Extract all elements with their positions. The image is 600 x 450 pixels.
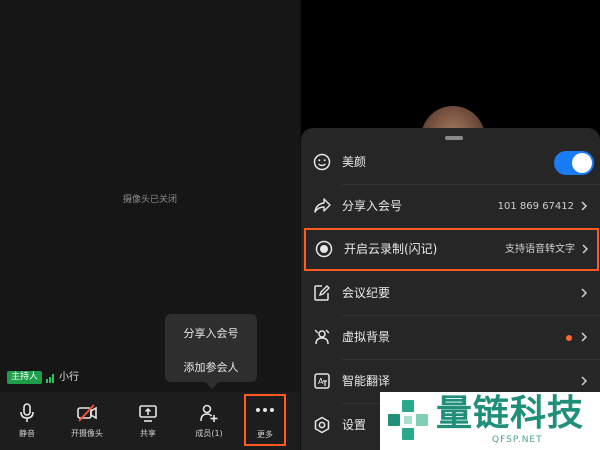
- brand-url: QFSP.NET: [492, 435, 543, 445]
- menu-label-beauty: 美颜: [342, 155, 367, 169]
- share-icon: [314, 198, 331, 213]
- menu-label-meeting-notes: 会议纪要: [342, 286, 391, 300]
- add-member-icon: [200, 404, 218, 422]
- members-button[interactable]: 成员(1): [179, 392, 239, 450]
- chevron-right-icon: [581, 201, 588, 211]
- share-screen-button[interactable]: 共享: [118, 392, 178, 450]
- camera-off-status: 摄像头已关闭: [122, 195, 177, 205]
- beauty-toggle[interactable]: [554, 151, 594, 175]
- camera-on-button[interactable]: 开摄像头: [57, 392, 117, 450]
- camera-on-label: 开摄像头: [71, 429, 103, 438]
- menu-row-share-meeting-id[interactable]: 分享入会号 101 869 67412: [301, 185, 600, 228]
- brand-watermark: 量链科技 QFSP.NET: [380, 392, 600, 450]
- notes-icon: [314, 285, 330, 301]
- host-name: 小行: [59, 372, 79, 383]
- signal-strength-icon: [46, 374, 56, 383]
- chevron-right-icon: [581, 376, 588, 386]
- menu-row-cloud-record[interactable]: 开启云录制(闪记) 支持语音转文字: [304, 228, 599, 271]
- more-icon: [256, 408, 274, 412]
- cloud-record-hint: 支持语音转文字: [505, 244, 575, 255]
- beauty-face-icon: [313, 153, 331, 171]
- menu-label-virtual-background: 虚拟背景: [342, 330, 391, 344]
- chevron-right-icon: [581, 288, 588, 298]
- brand-logo-icon: [388, 400, 428, 440]
- meeting-toolbar: 静音 开摄像头 共享 成员(1) 更多: [0, 392, 300, 450]
- microphone-icon: [20, 403, 34, 422]
- screen-share-icon: [139, 405, 157, 422]
- more-settings-pane: 美颜 分享入会号 101 869 67412 开启云录制(闪记) 支持语音转文字: [301, 0, 600, 450]
- self-video-pane: 摄像头已关闭 分享入会号 添加参会人 主持人 小行 静音 开摄像头 共享 成员(…: [0, 0, 300, 450]
- meeting-id-value: 101 869 67412: [497, 201, 574, 212]
- translate-icon: A: [314, 373, 330, 389]
- members-label: 成员(1): [195, 429, 223, 438]
- mute-label: 静音: [19, 429, 35, 438]
- more-label: 更多: [257, 430, 273, 439]
- new-feature-dot: [566, 335, 572, 341]
- popover-add-participant[interactable]: 添加参会人: [165, 359, 257, 375]
- share-screen-label: 共享: [140, 429, 156, 438]
- more-popover: 分享入会号 添加参会人: [165, 314, 257, 389]
- settings-icon: [314, 416, 330, 434]
- mute-button[interactable]: 静音: [0, 392, 57, 450]
- menu-label-share-meeting-id: 分享入会号: [342, 199, 403, 213]
- menu-row-meeting-notes[interactable]: 会议纪要: [301, 272, 600, 315]
- camera-off-icon: [77, 404, 97, 422]
- virtual-background-icon: [314, 329, 330, 345]
- menu-label-settings: 设置: [342, 418, 367, 432]
- record-icon: [315, 240, 333, 258]
- menu-row-beauty[interactable]: 美颜: [301, 141, 600, 184]
- menu-row-virtual-background[interactable]: 虚拟背景: [301, 316, 600, 359]
- drag-handle[interactable]: [445, 136, 463, 140]
- host-badge: 主持人: [7, 371, 43, 384]
- menu-label-cloud-record: 开启云录制(闪记): [344, 242, 438, 256]
- chevron-right-icon: [581, 332, 588, 342]
- brand-title: 量链科技: [436, 393, 585, 434]
- chevron-right-icon: [582, 244, 589, 254]
- popover-share-meeting-id[interactable]: 分享入会号: [165, 325, 257, 341]
- more-button[interactable]: 更多: [244, 394, 286, 446]
